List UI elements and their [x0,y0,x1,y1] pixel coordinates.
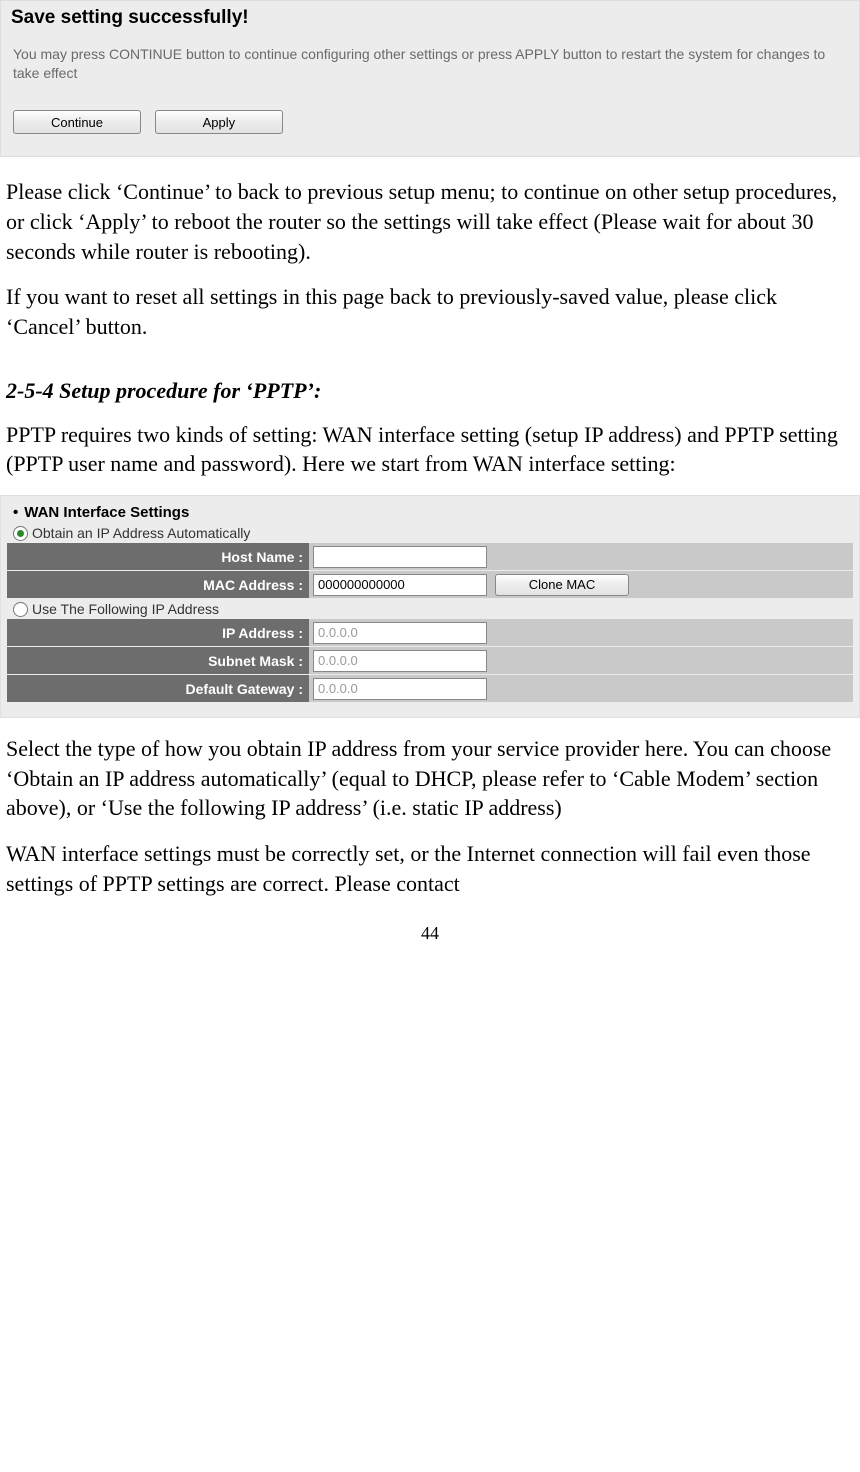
mac-address-input[interactable] [313,574,487,596]
subnet-mask-input[interactable] [313,650,487,672]
host-name-cell [309,543,853,571]
host-name-input[interactable] [313,546,487,568]
subnet-mask-label: Subnet Mask : [7,647,309,675]
ip-address-cell [309,619,853,647]
default-gateway-input[interactable] [313,678,487,700]
radio-checked-icon [13,526,28,541]
radio-unchecked-icon [13,602,28,617]
wan-header: • WAN Interface Settings [7,502,853,523]
clone-mac-button[interactable]: Clone MAC [495,574,629,596]
paragraph-continue-apply: Please click ‘Continue’ to back to previ… [0,177,860,266]
radio-use-following-label: Use The Following IP Address [32,601,219,617]
row-subnet-mask: Subnet Mask : [7,647,853,675]
row-host-name: Host Name : [7,543,853,571]
paragraph-select-type: Select the type of how you obtain IP add… [0,734,860,823]
radio-use-following[interactable]: Use The Following IP Address [7,599,853,619]
bullet-icon: • [13,504,18,521]
save-title: Save setting successfully! [3,3,857,35]
ip-address-label: IP Address : [7,619,309,647]
radio-obtain-auto[interactable]: Obtain an IP Address Automatically [7,523,853,543]
row-mac-address: MAC Address : Clone MAC [7,571,853,599]
wan-interface-panel: • WAN Interface Settings Obtain an IP Add… [0,495,860,718]
ip-address-input[interactable] [313,622,487,644]
paragraph-cancel: If you want to reset all settings in thi… [0,282,860,341]
subnet-mask-cell [309,647,853,675]
mac-address-label: MAC Address : [7,571,309,599]
row-ip-address: IP Address : [7,619,853,647]
apply-button[interactable]: Apply [155,110,283,134]
default-gateway-cell [309,675,853,703]
save-button-row: Continue Apply [3,107,857,139]
paragraph-wan-warning: WAN interface settings must be correctly… [0,839,860,898]
wan-header-text: WAN Interface Settings [24,504,189,521]
paragraph-pptp-intro: PPTP requires two kinds of setting: WAN … [0,420,860,479]
save-description: You may press CONTINUE button to continu… [3,35,857,107]
default-gateway-label: Default Gateway : [7,675,309,703]
save-panel: Save setting successfully! You may press… [0,0,860,157]
page-number: 44 [0,923,860,944]
section-heading-pptp: 2-5-4 Setup procedure for ‘PPTP’: [0,378,860,404]
radio-obtain-auto-label: Obtain an IP Address Automatically [32,525,250,541]
row-default-gateway: Default Gateway : [7,675,853,703]
host-name-label: Host Name : [7,543,309,571]
continue-button[interactable]: Continue [13,110,141,134]
mac-address-cell: Clone MAC [309,571,853,599]
